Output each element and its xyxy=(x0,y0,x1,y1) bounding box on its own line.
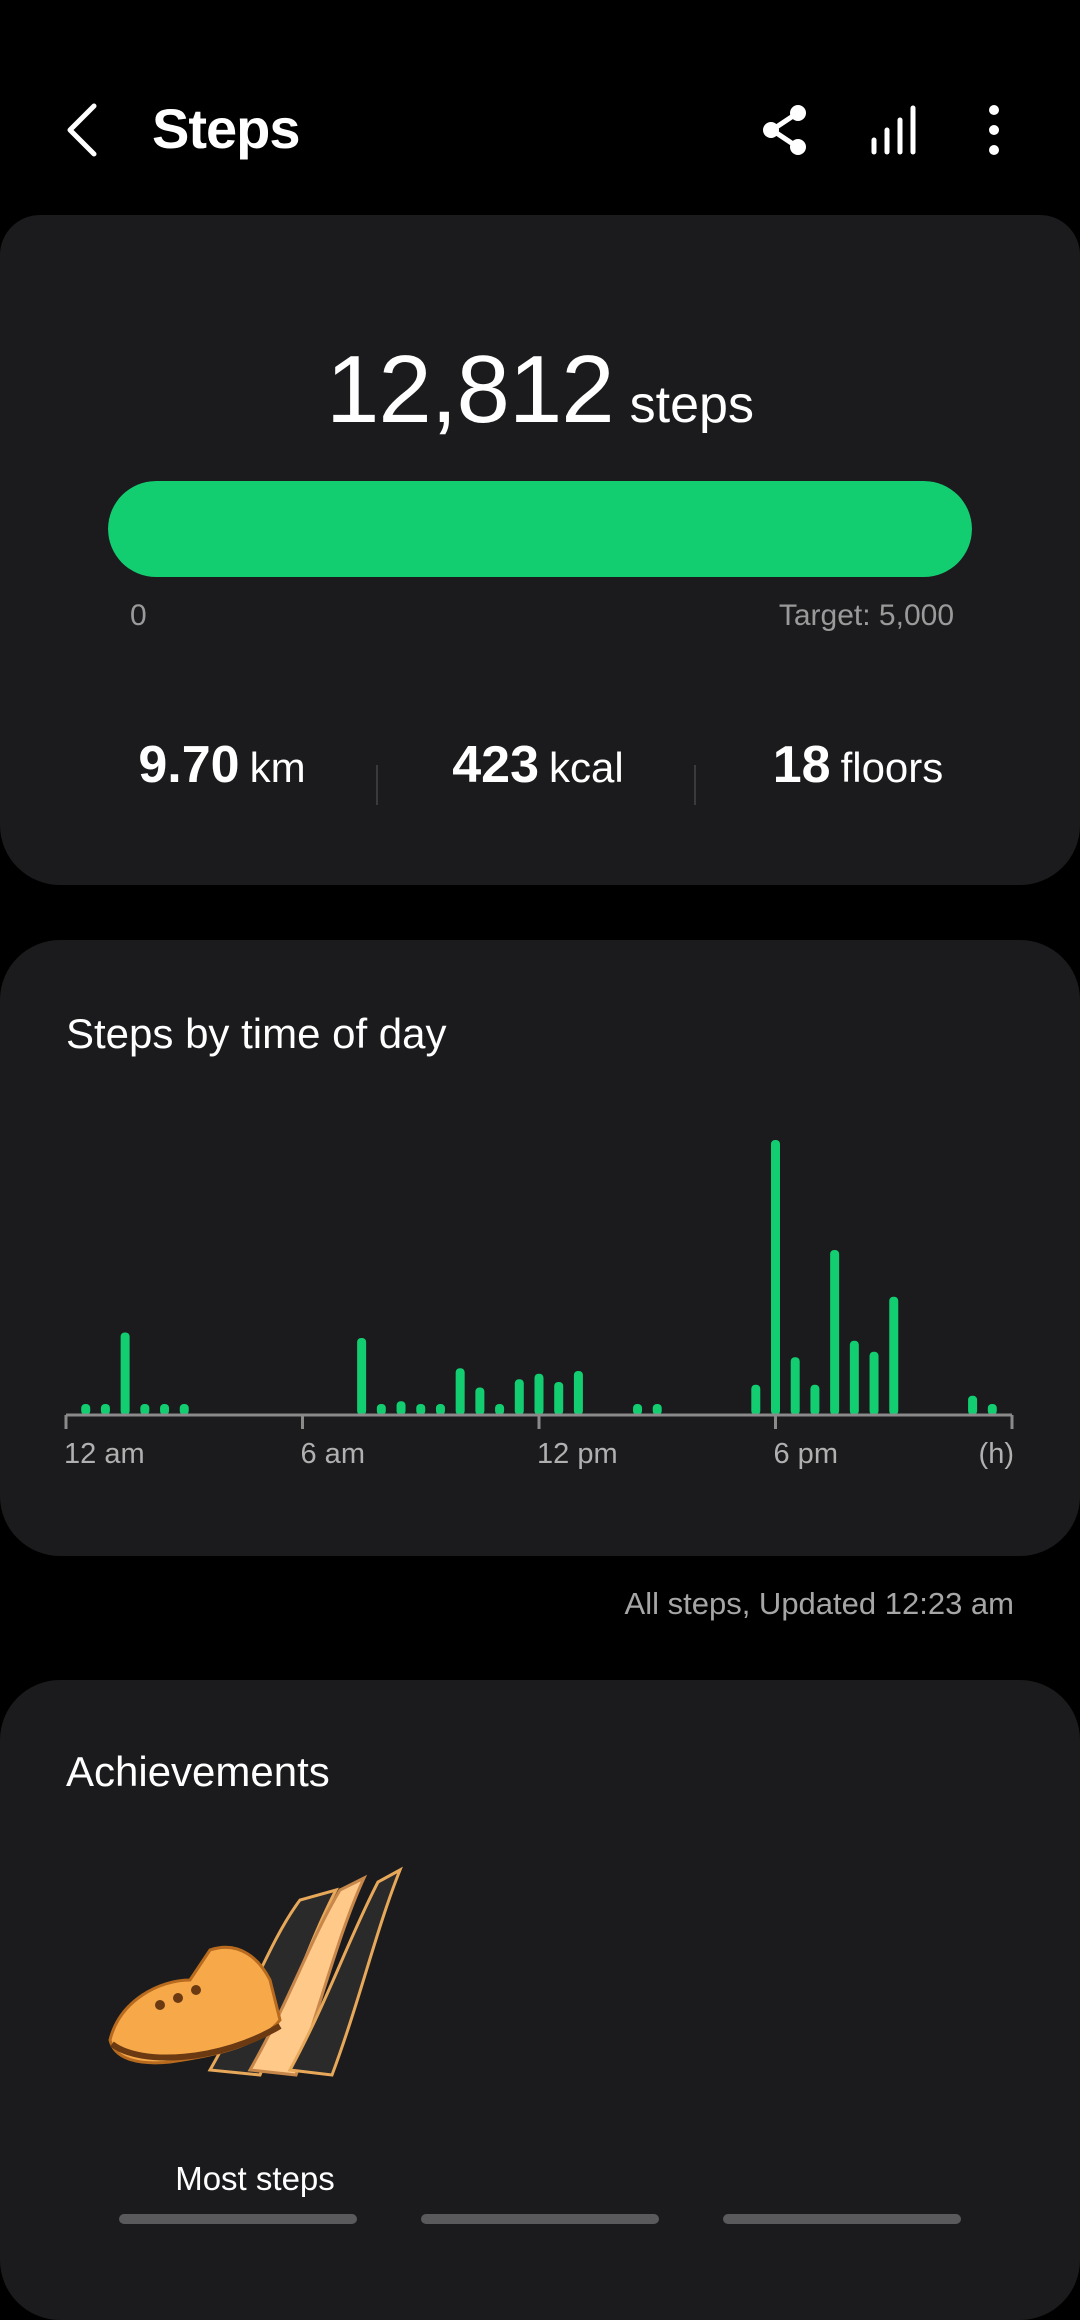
x-tick-label: 12 pm xyxy=(537,1438,618,1470)
metric-divider xyxy=(694,765,696,805)
steps-total: 12,812 steps xyxy=(0,335,1080,445)
back-button[interactable] xyxy=(60,100,110,160)
chart-bar xyxy=(869,1351,879,1415)
chart-bar xyxy=(416,1404,426,1415)
chart-bar xyxy=(790,1357,800,1415)
calories-metric: 423 kcal xyxy=(378,735,698,795)
chart-bar xyxy=(810,1384,820,1415)
chart-bar xyxy=(455,1368,465,1415)
chart-bar xyxy=(396,1401,406,1415)
x-tick-label: 6 pm xyxy=(774,1438,838,1470)
page-indicator-1 xyxy=(119,2214,357,2224)
updated-timestamp: All steps, Updated 12:23 am xyxy=(624,1586,1014,1621)
calories-unit: kcal xyxy=(549,744,624,791)
x-tick-label: (h) xyxy=(979,1438,1014,1470)
steps-unit: steps xyxy=(629,376,754,434)
achievement-label: Most steps xyxy=(175,2160,335,2197)
chart-bar xyxy=(830,1250,840,1415)
progress-min-label: 0 xyxy=(130,599,147,632)
calories-value: 423 xyxy=(452,736,540,794)
more-options-button[interactable] xyxy=(966,100,1022,160)
chart-bar xyxy=(554,1382,564,1415)
steps-progress-fill xyxy=(108,481,972,577)
chart-bar xyxy=(120,1332,130,1415)
page-indicator-2 xyxy=(421,2214,659,2224)
x-tick-label: 6 am xyxy=(301,1438,365,1470)
chart-bar xyxy=(81,1404,91,1415)
chart-bar xyxy=(849,1340,859,1415)
chart-bar xyxy=(435,1404,445,1415)
floors-unit: floors xyxy=(840,744,944,791)
share-button[interactable] xyxy=(758,100,814,160)
page-title: Steps xyxy=(152,97,300,160)
distance-metric: 9.70 km xyxy=(62,735,382,795)
chart-bar xyxy=(771,1140,780,1415)
distance-value: 9.70 xyxy=(138,736,240,794)
achievements-card: Achievements Most steps xyxy=(0,1680,1080,2320)
chart-bar xyxy=(968,1395,978,1415)
floors-value: 18 xyxy=(772,736,831,794)
chart-bar xyxy=(179,1404,189,1415)
achievements-title: Achievements xyxy=(66,1748,330,1795)
steps-count: 12,812 xyxy=(326,336,615,443)
x-tick-label: 12 am xyxy=(64,1438,145,1470)
trends-icon xyxy=(871,105,916,155)
floors-metric: 18 floors xyxy=(698,735,1018,795)
steps-by-time-chart: 12 am 6 am 12 pm 6 pm (h) xyxy=(64,1140,1014,1470)
steps-by-time-card[interactable]: Steps by time of day 12 am 6 am 12 pm 6 pm(… xyxy=(0,940,1080,1556)
chart-bar xyxy=(475,1387,485,1415)
trends-button[interactable] xyxy=(866,100,922,160)
chart-bar xyxy=(495,1404,505,1415)
chart-bar xyxy=(160,1404,170,1415)
chart-bar xyxy=(652,1404,662,1415)
distance-unit: km xyxy=(249,744,306,791)
steps-progress-bar xyxy=(108,481,972,577)
more-vert-icon xyxy=(989,105,999,155)
chart-bar xyxy=(751,1384,761,1415)
chart-bar xyxy=(987,1404,997,1415)
steps-summary-card: 12,812 steps 0 Target: 5,000 9.70 km 423 kc… xyxy=(0,215,1080,885)
metrics-row: 9.70 km 423 kcal 18 floors xyxy=(0,735,1080,815)
chevron-left-icon xyxy=(67,103,97,157)
chart-bar xyxy=(357,1338,367,1415)
share-icon xyxy=(763,105,806,155)
chart-bar xyxy=(376,1404,386,1415)
progress-target-label: Target: 5,000 xyxy=(778,599,954,632)
sneaker-badge-icon[interactable] xyxy=(100,1830,410,2110)
page-indicator-3 xyxy=(723,2214,961,2224)
chart-bar xyxy=(100,1404,110,1415)
chart-bar xyxy=(514,1379,524,1415)
chart-bar xyxy=(534,1373,544,1415)
chart-bar xyxy=(889,1296,899,1415)
chart-bar xyxy=(140,1404,150,1415)
app-bar: Steps xyxy=(0,0,1080,215)
chart-bar xyxy=(573,1371,583,1415)
chart-bar xyxy=(633,1404,643,1415)
